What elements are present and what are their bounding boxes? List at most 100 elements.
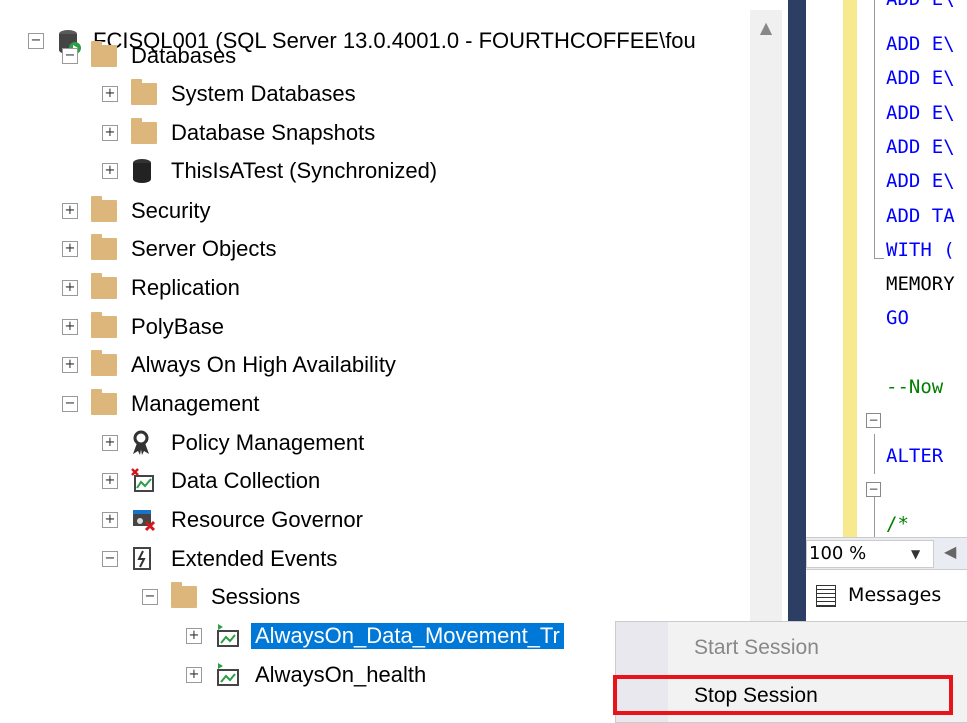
tree-node[interactable]: + Resource Governor <box>102 501 363 539</box>
collapse-icon[interactable]: − <box>102 551 118 567</box>
tree-node[interactable]: − Management <box>62 385 259 423</box>
code-line: MEMORY <box>886 273 955 296</box>
expand-icon[interactable]: + <box>186 628 202 644</box>
policy-icon <box>131 430 157 456</box>
tree-node-label: Resource Governor <box>171 507 363 532</box>
folder-icon <box>91 41 117 67</box>
tree-node-label: PolyBase <box>131 314 224 339</box>
stop-session-highlight <box>613 675 953 715</box>
code-line: ALTER <box>886 444 944 467</box>
tree-node[interactable]: + AlwaysOn_health <box>186 656 426 694</box>
tab-messages[interactable]: Messages <box>816 584 941 607</box>
session-icon <box>215 623 241 649</box>
code-line: ADD E\ <box>886 33 955 55</box>
collapse-icon[interactable]: − <box>142 589 158 605</box>
outline-guide-3 <box>874 497 875 537</box>
folder-icon <box>91 273 117 299</box>
tree-node[interactable]: + PolyBase <box>62 308 224 346</box>
collapse-icon[interactable]: − <box>62 396 78 412</box>
expand-icon[interactable]: + <box>102 125 118 141</box>
messages-tab-label: Messages <box>848 584 942 606</box>
tree-node-label: Replication <box>131 275 240 300</box>
tree-node-label: System Databases <box>171 81 356 106</box>
tree-node[interactable]: − Sessions <box>142 578 300 616</box>
folder-icon <box>91 389 117 415</box>
expand-icon[interactable]: + <box>62 203 78 219</box>
tree-node-label: Databases <box>131 43 237 68</box>
code-line: ADD E\ <box>886 0 955 16</box>
folder-icon <box>91 312 117 338</box>
tree-node-label: Management <box>131 391 260 416</box>
code-line: ADD E\ <box>886 67 955 90</box>
collapse-icon[interactable]: − <box>28 33 44 49</box>
tree-scrollbar[interactable]: ▲ <box>750 10 782 721</box>
tree-node[interactable]: − Extended Events <box>102 540 337 578</box>
tree-node[interactable]: − Databases <box>62 37 236 75</box>
expand-icon[interactable]: + <box>62 280 78 296</box>
collapse-icon[interactable]: − <box>62 48 78 64</box>
folder-icon <box>171 582 197 608</box>
chevron-down-icon: ▼ <box>911 547 921 561</box>
menu-item-start-session[interactable]: Start Session <box>694 636 819 660</box>
folder-icon <box>91 196 117 222</box>
folder-icon <box>91 234 117 260</box>
collapse-comment-icon[interactable]: − <box>866 482 881 497</box>
tree-node[interactable]: + Server Objects <box>62 230 277 268</box>
expand-icon[interactable]: + <box>102 512 118 528</box>
expand-icon[interactable]: + <box>62 241 78 257</box>
scroll-left-icon[interactable]: ◀ <box>944 542 956 561</box>
outline-guide-2 <box>874 434 875 474</box>
expand-icon[interactable]: + <box>102 473 118 489</box>
tree-node[interactable]: + Always On High Availability <box>62 346 396 384</box>
change-tracking-bar <box>843 0 857 537</box>
tree-node-label: Data Collection <box>171 468 321 493</box>
code-line: ADD E\ <box>886 135 955 158</box>
code-line: WITH ( <box>886 238 955 261</box>
code-line: ADD E\ <box>886 170 955 193</box>
collapse-alter-icon[interactable]: − <box>866 413 881 428</box>
code-line: GO <box>886 307 909 330</box>
zoom-value: 100 % <box>809 543 867 564</box>
editor-status-bar: 100 % ▼ ◀ <box>806 537 967 570</box>
extended-events-icon <box>131 546 157 572</box>
tree-node[interactable]: + Database Snapshots <box>102 114 375 152</box>
scroll-up-arrow-icon[interactable]: ▲ <box>750 10 782 46</box>
tree-node[interactable]: + AlwaysOn_Data_Movement_Tr <box>186 617 564 655</box>
database-icon <box>131 158 157 184</box>
tree-node[interactable]: + System Databases <box>102 75 356 113</box>
tree-node[interactable]: + ThisIsATest (Synchronized) <box>102 152 437 190</box>
tree-node-label: Security <box>131 198 211 223</box>
tree-node-label: Server Objects <box>131 236 277 261</box>
messages-icon <box>816 584 836 607</box>
object-explorer: − FCISQL001 (SQL Server 13.0.4001.0 - FO… <box>0 0 788 721</box>
resource-governor-icon <box>131 507 157 533</box>
folder-icon <box>131 118 157 144</box>
tree-node-label: Sessions <box>211 584 301 609</box>
tree-node-label: Extended Events <box>171 546 338 571</box>
data-collection-icon <box>131 468 157 494</box>
outline-guide <box>874 0 875 258</box>
expand-icon[interactable]: + <box>102 163 118 179</box>
tree-node-label-selected: AlwaysOn_Data_Movement_Tr <box>251 623 564 649</box>
code-line: ADD E\ <box>886 101 955 124</box>
code-line: --Now <box>886 376 944 398</box>
zoom-select[interactable]: 100 % ▼ <box>806 540 934 568</box>
tree-node[interactable]: + Replication <box>62 269 240 307</box>
session-icon <box>215 662 241 688</box>
outline-guide-end <box>874 258 884 259</box>
expand-icon[interactable]: + <box>102 435 118 451</box>
tree-node-label: Database Snapshots <box>171 120 376 145</box>
pane-splitter[interactable] <box>788 0 806 721</box>
expand-icon[interactable]: + <box>186 667 202 683</box>
expand-icon[interactable]: + <box>62 357 78 373</box>
tree-node[interactable]: + Data Collection <box>102 462 320 500</box>
folder-icon <box>131 79 157 105</box>
tree-node-label: Always On High Availability <box>131 352 396 377</box>
expand-icon[interactable]: + <box>102 86 118 102</box>
tree-node-label: AlwaysOn_health <box>255 662 427 687</box>
expand-icon[interactable]: + <box>62 319 78 335</box>
tree-node[interactable]: + Security <box>62 192 210 230</box>
tree-node-label: Policy Management <box>171 430 365 455</box>
folder-icon <box>91 350 117 376</box>
tree-node[interactable]: + Policy Management <box>102 424 364 462</box>
